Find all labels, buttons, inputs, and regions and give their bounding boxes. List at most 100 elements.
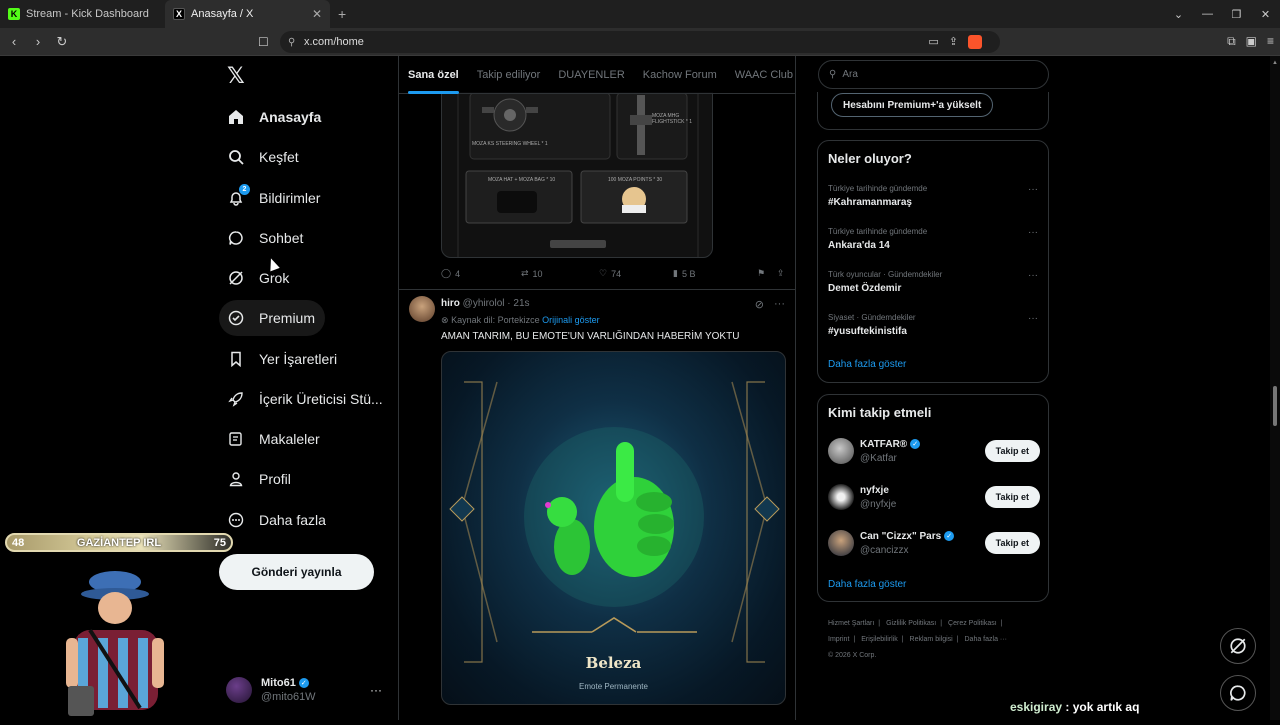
browser-tabbar: K Stream - Kick Dashboard X Anasayfa / X… bbox=[0, 0, 1280, 28]
more-horizontal-icon[interactable]: ··· bbox=[370, 683, 382, 697]
nav-home[interactable]: Anasayfa bbox=[219, 99, 331, 135]
tweet-author-name[interactable]: hiro bbox=[441, 298, 460, 309]
trend-item[interactable]: Türk oyuncular · Gündemdekiler Demet Özd… bbox=[828, 270, 1038, 294]
minimize-icon[interactable]: — bbox=[1193, 8, 1222, 20]
site-info-icon[interactable]: ⚲ bbox=[288, 37, 295, 48]
more-horizontal-icon[interactable]: ··· bbox=[1028, 270, 1038, 281]
extensions-icon[interactable]: ⧉ bbox=[1227, 34, 1236, 49]
cast-icon[interactable]: ▭ bbox=[928, 35, 938, 49]
tweet-author-handle[interactable]: @yhirolol bbox=[463, 298, 505, 309]
footer-link[interactable]: Reklam bilgisi bbox=[910, 636, 953, 643]
footer-link[interactable]: Daha fazla ··· bbox=[965, 636, 1007, 643]
nav-label: İçerik Üreticisi Stü... bbox=[259, 391, 383, 407]
search-icon: ⚲ bbox=[829, 69, 837, 80]
nav-more[interactable]: Daha fazla bbox=[219, 502, 336, 538]
footer-link[interactable]: Imprint bbox=[828, 636, 849, 643]
repost-button[interactable]: ⇄ 10 bbox=[521, 268, 599, 279]
browser-tab-kick[interactable]: K Stream - Kick Dashboard bbox=[0, 0, 165, 28]
views-button[interactable]: ▮ 5 B bbox=[673, 268, 757, 279]
x-logo-icon[interactable]: 𝕏 bbox=[227, 64, 245, 89]
heart-icon: ♡ bbox=[599, 268, 608, 278]
menu-icon[interactable]: ≡ bbox=[1267, 34, 1274, 49]
previous-tweet-media[interactable]: MOZA KS STEERING WHEEL * 1 MOZA MHG FLIG… bbox=[441, 92, 713, 258]
scrollbar-thumb[interactable] bbox=[1273, 386, 1277, 426]
forward-icon[interactable]: › bbox=[28, 34, 48, 49]
avatar[interactable] bbox=[409, 296, 435, 322]
share-tweet-icon[interactable]: ⇪ bbox=[777, 268, 785, 279]
verified-icon: ✓ bbox=[298, 678, 309, 689]
avatar bbox=[828, 530, 854, 556]
suggested-account[interactable]: Can "Cizzx" Pars ✓ @cancizzx Takip et bbox=[828, 527, 1040, 559]
reply-button[interactable]: ◯ 4 bbox=[441, 268, 521, 279]
footer-link[interactable]: Gizlilik Politikası bbox=[886, 620, 936, 627]
article-icon bbox=[227, 430, 245, 448]
suggested-name: KATFAR® bbox=[860, 438, 908, 450]
footer-link[interactable]: Çerez Politikası bbox=[948, 620, 997, 627]
chevron-down-icon[interactable]: ⌄ bbox=[1164, 8, 1193, 21]
tab-duayenler[interactable]: DUAYENLER bbox=[549, 56, 633, 94]
reload-icon[interactable]: ↻ bbox=[52, 34, 72, 50]
search-input[interactable]: ⚲ Ara bbox=[818, 60, 1049, 89]
tab-following[interactable]: Takip ediliyor bbox=[468, 56, 550, 94]
translation-source: Kaynak dil: Portekizce bbox=[451, 315, 540, 325]
more-horizontal-icon[interactable]: ··· bbox=[1028, 184, 1038, 195]
tab-kachow-forum[interactable]: Kachow Forum bbox=[634, 56, 726, 94]
bookmark-tweet-icon[interactable]: ⚑ bbox=[757, 268, 777, 279]
tab-for-you[interactable]: Sana özel bbox=[399, 56, 468, 94]
new-tab-button[interactable]: + bbox=[338, 6, 346, 22]
back-icon[interactable]: ‹ bbox=[4, 34, 24, 49]
close-window-icon[interactable]: ✕ bbox=[1251, 8, 1280, 21]
grok-icon[interactable]: ⊘ bbox=[755, 298, 764, 311]
share-icon[interactable]: ⇪ bbox=[949, 35, 958, 49]
like-button[interactable]: ♡ 74 bbox=[599, 268, 673, 279]
browser-tab-x[interactable]: X Anasayfa / X ✕ bbox=[165, 0, 330, 28]
follow-button[interactable]: Takip et bbox=[984, 532, 1040, 554]
suggested-account[interactable]: KATFAR® ✓ @Katfar Takip et bbox=[828, 435, 1040, 467]
trend-item[interactable]: Türkiye tarihinde gündemde #Kahramanmara… bbox=[828, 184, 1038, 208]
nav-explore[interactable]: Keşfet bbox=[219, 139, 309, 175]
messages-fab-button[interactable] bbox=[1220, 675, 1256, 711]
sidebar-toggle-icon[interactable]: ▣ bbox=[1246, 34, 1257, 49]
follow-button[interactable]: Takip et bbox=[984, 440, 1040, 462]
tweet-media[interactable]: Beleza Emote Permanente bbox=[441, 351, 786, 705]
grok-fab-button[interactable] bbox=[1220, 628, 1256, 664]
suggested-handle: @Katfar bbox=[860, 452, 897, 464]
bookmark-icon bbox=[227, 350, 245, 368]
footer-link[interactable]: Hizmet Şartları bbox=[828, 620, 874, 627]
main-feed: Sana özel Takip ediliyor DUAYENLER Kacho… bbox=[398, 56, 796, 720]
restore-icon[interactable]: ❐ bbox=[1222, 8, 1251, 21]
address-bar[interactable]: ☐ ⚲ x.com/home ▭ ⇪ bbox=[258, 31, 1000, 53]
footer-link[interactable]: Erişilebilirlik bbox=[861, 636, 898, 643]
page-scrollbar[interactable]: ▲ bbox=[1270, 56, 1280, 720]
trend-item[interactable]: Siyaset · Gündemdekiler #yusuftekinistif… bbox=[828, 313, 1038, 337]
show-more-trends-link[interactable]: Daha fazla göster bbox=[828, 359, 906, 370]
nav-bookmarks[interactable]: Yer İşaretleri bbox=[219, 341, 347, 377]
scroll-up-icon[interactable]: ▲ bbox=[1272, 60, 1278, 66]
more-horizontal-icon[interactable]: ··· bbox=[1028, 313, 1038, 324]
nav-grok[interactable]: Grok bbox=[219, 260, 299, 296]
tab-waac-club[interactable]: WAAC Club bbox=[726, 56, 795, 94]
nav-notifications[interactable]: 2 Bildirimler bbox=[219, 180, 330, 216]
trends-title: Neler oluyor? bbox=[828, 151, 912, 166]
browser-toolbar: ‹ › ↻ ☐ ⚲ x.com/home ▭ ⇪ ⧉ ▣ ≡ bbox=[0, 28, 1280, 56]
nav-chat[interactable]: Sohbet bbox=[219, 220, 313, 256]
brave-shields-icon[interactable] bbox=[968, 35, 982, 49]
tweet-time[interactable]: · 21s bbox=[507, 298, 529, 309]
nav-premium[interactable]: Premium bbox=[219, 300, 326, 336]
upgrade-premium-button[interactable]: Hesabını Premium+'a yükselt bbox=[831, 93, 994, 117]
nav-profile[interactable]: Profil bbox=[219, 461, 301, 497]
follow-button[interactable]: Takip et bbox=[984, 486, 1040, 508]
more-horizontal-icon[interactable]: ··· bbox=[1028, 227, 1038, 238]
bookmark-page-icon[interactable]: ☐ bbox=[258, 35, 269, 49]
post-button[interactable]: Gönderi yayınla bbox=[219, 554, 374, 590]
nav-creator-studio[interactable]: İçerik Üreticisi Stü... bbox=[219, 381, 393, 417]
repost-count: 10 bbox=[532, 268, 543, 279]
more-horizontal-icon[interactable]: ··· bbox=[774, 298, 785, 311]
close-icon[interactable]: ✕ bbox=[312, 7, 322, 21]
nav-articles[interactable]: Makaleler bbox=[219, 421, 330, 457]
show-more-accounts-link[interactable]: Daha fazla göster bbox=[828, 579, 906, 590]
suggested-account[interactable]: nyfxje @nyfxje Takip et bbox=[828, 481, 1040, 513]
show-original-link[interactable]: Orijinali göster bbox=[542, 315, 600, 325]
account-switcher[interactable]: Mito61 ✓ @mito61W ··· bbox=[226, 674, 386, 706]
trend-item[interactable]: Türkiye tarihinde gündemde Ankara'da 14 … bbox=[828, 227, 1038, 251]
